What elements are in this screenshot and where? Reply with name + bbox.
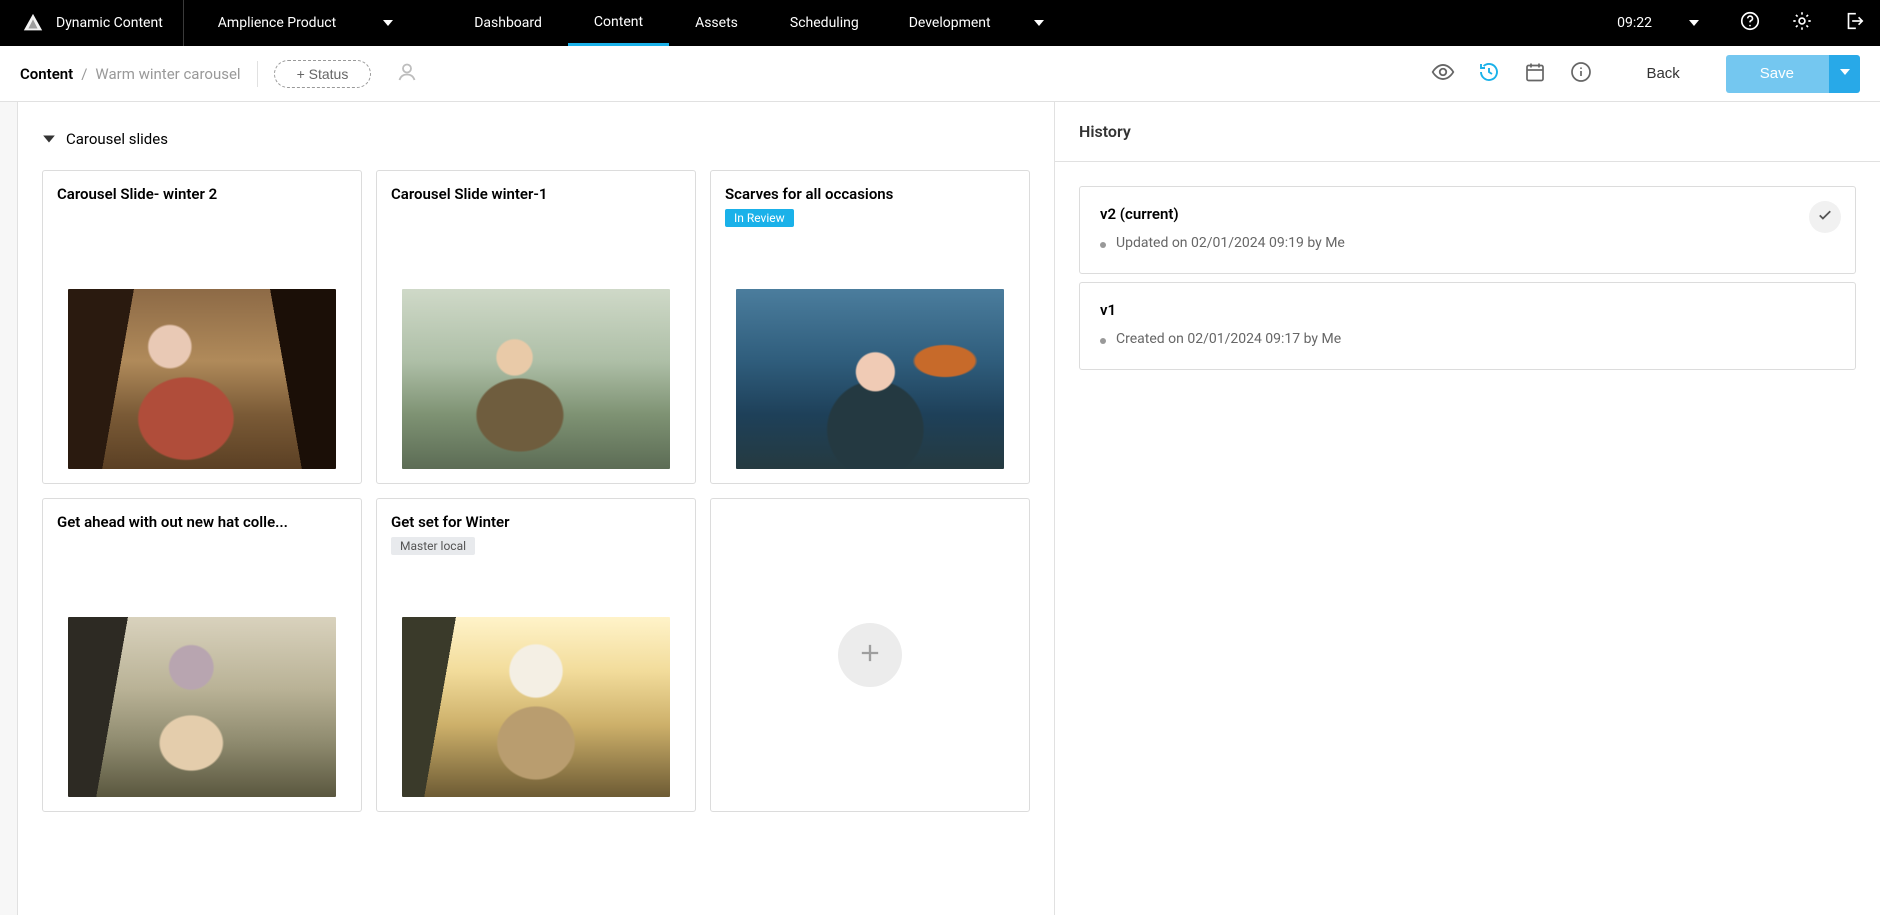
slide-card[interactable]: Carousel Slide winter-1 [376,170,696,484]
version-meta: Updated on 02/01/2024 09:19 by Me [1100,235,1785,251]
back-button[interactable]: Back [1640,64,1685,83]
hub-selector[interactable]: Amplience Product [184,0,428,46]
preview-button[interactable] [1420,59,1466,89]
calendar-icon [1523,60,1547,88]
slide-card[interactable]: Carousel Slide- winter 2 [42,170,362,484]
editor-panel: Carousel slides Carousel Slide- winter 2… [18,102,1054,915]
version-current-indicator [1809,201,1841,233]
caret-down-icon [1839,66,1851,81]
info-button[interactable] [1558,60,1604,88]
logout-button[interactable] [1828,0,1880,46]
caret-down-icon [1033,17,1045,29]
time-selector[interactable]: 09:22 [1593,0,1724,46]
nav-assets[interactable]: Assets [669,0,764,46]
divider [257,61,258,87]
settings-button[interactable] [1776,0,1828,46]
nav-scheduling-label: Scheduling [790,15,859,31]
caret-down-icon [1688,17,1700,29]
logo-icon [22,12,44,34]
left-gutter [0,102,18,915]
nav-dashboard[interactable]: Dashboard [448,0,568,46]
version-meta: Created on 02/01/2024 09:17 by Me [1100,331,1785,347]
save-dropdown-button[interactable] [1828,55,1860,93]
version-card[interactable]: v2 (current) Updated on 02/01/2024 09:19… [1079,186,1856,274]
version-title: v2 (current) [1100,205,1785,223]
nav-assets-label: Assets [695,15,738,31]
app-brand: Dynamic Content [0,0,184,46]
breadcrumb: Content / Warm winter carousel [20,65,241,83]
save-button[interactable]: Save [1726,55,1828,93]
history-panel: History v2 (current) Updated on 02/01/20… [1054,102,1880,915]
schedule-button[interactable] [1512,60,1558,88]
sub-bar: Content / Warm winter carousel + Status … [0,46,1880,102]
eye-icon [1430,59,1456,89]
add-circle [838,623,902,687]
spacer [1069,0,1594,46]
environment-name: Development [909,15,991,31]
section-title: Carousel slides [66,130,168,148]
slide-thumbnail [68,289,336,469]
version-title: v1 [1100,301,1785,319]
slide-thumbnail [68,617,336,797]
nav-scheduling[interactable]: Scheduling [764,0,885,46]
plus-icon [856,639,884,671]
check-icon [1816,206,1834,228]
status-badge: In Review [725,209,794,227]
help-icon [1739,10,1761,36]
nav-dashboard-label: Dashboard [474,15,542,31]
slide-card-title: Get set for Winter [391,513,681,531]
history-icon [1477,60,1501,88]
chevron-down-icon [42,132,56,146]
assign-user-button[interactable] [395,60,419,88]
slide-card[interactable]: Scarves for all occasions In Review [710,170,1030,484]
section-header-carousel-slides[interactable]: Carousel slides [42,130,1030,148]
slide-card-title: Carousel Slide- winter 2 [57,185,347,203]
user-outline-icon [395,60,419,88]
slide-thumbnail [736,289,1004,469]
history-list: v2 (current) Updated on 02/01/2024 09:19… [1055,162,1880,394]
slide-thumbnail [402,617,670,797]
slide-card-title: Carousel Slide winter-1 [391,185,681,203]
top-bar: Dynamic Content Amplience Product Dashbo… [0,0,1880,46]
slide-card[interactable]: Get ahead with out new hat colle... [42,498,362,812]
time-value: 09:22 [1617,15,1652,31]
breadcrumb-separator: / [81,65,87,83]
app-name: Dynamic Content [56,15,163,31]
breadcrumb-current: Warm winter carousel [95,65,240,83]
slide-card[interactable]: Get set for Winter Master local [376,498,696,812]
help-button[interactable] [1724,0,1776,46]
nav-content[interactable]: Content [568,0,669,46]
nav-content-label: Content [594,14,643,30]
slide-card-title: Scarves for all occasions [725,185,1015,203]
exit-icon [1843,10,1865,36]
card-grid: Carousel Slide- winter 2 Carousel Slide … [42,170,1030,812]
gear-icon [1791,10,1813,36]
version-card[interactable]: v1 Created on 02/01/2024 09:17 by Me [1079,282,1856,370]
history-button[interactable] [1466,60,1512,88]
add-slide-button[interactable] [710,498,1030,812]
info-icon [1569,60,1593,88]
hub-name: Amplience Product [218,15,336,31]
workspace: Carousel slides Carousel Slide- winter 2… [0,102,1880,915]
status-badge: Master local [391,537,475,555]
breadcrumb-root[interactable]: Content [20,65,73,83]
history-panel-title: History [1055,102,1880,162]
main-nav: Dashboard Content Assets Scheduling [428,0,885,46]
environment-selector[interactable]: Development [885,0,1069,46]
caret-down-icon [382,17,394,29]
slide-thumbnail [402,289,670,469]
slide-card-title: Get ahead with out new hat colle... [57,513,347,531]
add-status-button[interactable]: + Status [274,60,372,88]
